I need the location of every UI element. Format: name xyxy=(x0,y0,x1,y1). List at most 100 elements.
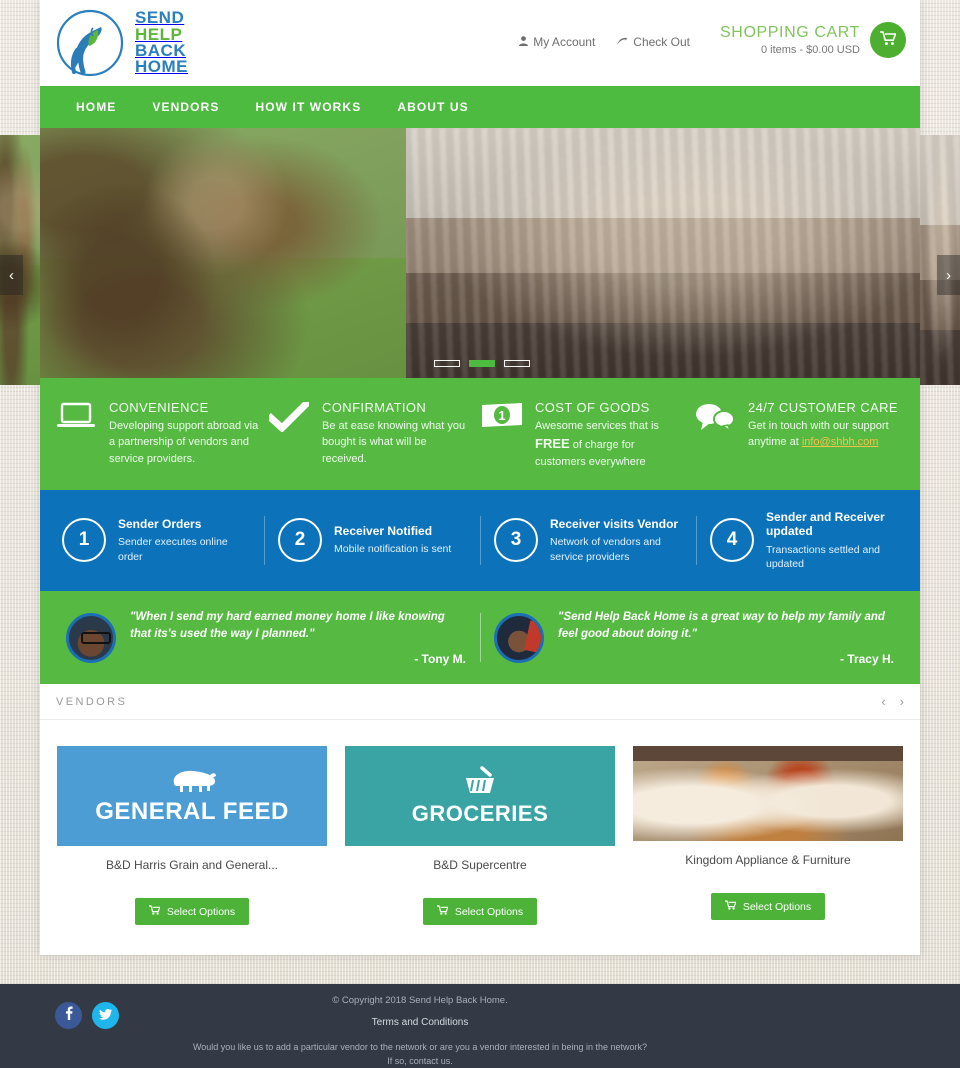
twitter-link[interactable] xyxy=(92,1002,119,1029)
logo-line-4: HOME xyxy=(135,57,188,77)
cart-icon xyxy=(436,905,449,918)
shopping-cart[interactable]: SHOPPING CART 0 items - $0.00 USD xyxy=(720,22,906,58)
hero-prev-button[interactable]: ‹ xyxy=(0,255,23,295)
cart-button[interactable] xyxy=(870,22,906,58)
testimonial-2: "Send Help Back Home is a great way to h… xyxy=(480,609,908,666)
footer-center: © Copyright 2018 Send Help Back Home. Te… xyxy=(190,995,650,1068)
hero-slider-dots xyxy=(434,360,530,367)
speech-bubbles-icon xyxy=(693,400,737,470)
cart-summary: 0 items - $0.00 USD xyxy=(760,44,860,56)
cart-icon xyxy=(148,905,161,918)
step-heading: Receiver Notified xyxy=(334,524,433,539)
feature-body: Developing support abroad via a partners… xyxy=(109,420,259,465)
cart-icon xyxy=(880,31,897,49)
my-account-link[interactable]: My Account xyxy=(519,35,595,49)
product-image-label: GROCERIES xyxy=(411,800,549,826)
step-heading: Receiver visits Vendor xyxy=(550,516,679,531)
feature-body: Be at ease knowing what you bought is wh… xyxy=(322,420,466,465)
vendors-section-header: VENDORS ‹ › xyxy=(40,684,920,721)
feature-convenience: CONVENIENCE Developing support abroad vi… xyxy=(54,400,267,470)
step-number: 3 xyxy=(494,518,538,563)
step-3: 3 Receiver visits Vendor Network of vend… xyxy=(480,510,696,571)
chevron-left-icon: ‹ xyxy=(9,266,14,284)
vendors-next-icon[interactable]: › xyxy=(900,694,904,709)
terms-and-conditions-link[interactable]: Terms and Conditions xyxy=(372,1017,469,1028)
step-subtext: Sender executes online order xyxy=(118,536,228,563)
my-account-label: My Account xyxy=(533,35,596,49)
product-name: B&D Harris Grain and General... xyxy=(105,858,279,873)
select-options-label: Select Options xyxy=(166,905,236,918)
step-number: 1 xyxy=(62,518,106,563)
testimonial-author: - Tony M. xyxy=(414,652,466,667)
vendors-prev-icon[interactable]: ‹ xyxy=(881,694,885,709)
checkout-label: Check Out xyxy=(633,35,690,49)
avatar xyxy=(66,612,116,663)
select-options-button[interactable]: Select Options xyxy=(134,898,250,926)
step-heading: Sender Orders xyxy=(118,516,202,531)
feature-title: CONVENIENCE xyxy=(109,400,209,415)
cart-text: SHOPPING CART 0 items - $0.00 USD xyxy=(720,24,860,56)
checkmark-icon xyxy=(267,400,311,470)
vendors-carousel-controls: ‹ › xyxy=(881,694,904,709)
hero-slide-warehouse-photo xyxy=(406,128,920,378)
nav-item-about-us[interactable]: ABOUT US xyxy=(379,86,486,128)
cart-title: SHOPPING CART xyxy=(720,24,860,41)
vendor-products-list: GENERAL FEED B&D Harris Grain and Genera… xyxy=(40,720,920,955)
nav-item-home[interactable]: HOME xyxy=(58,86,134,128)
hero-dot-2[interactable] xyxy=(469,360,495,367)
select-options-label: Select Options xyxy=(454,905,524,918)
product-image-general-feed[interactable]: GENERAL FEED xyxy=(57,746,327,847)
twitter-icon xyxy=(99,1007,112,1025)
feature-confirmation: CONFIRMATION Be at ease knowing what you… xyxy=(267,400,480,470)
feature-title: CONFIRMATION xyxy=(322,400,427,415)
vendors-section-title: VENDORS xyxy=(56,695,128,708)
nav-item-vendors[interactable]: VENDORS xyxy=(134,86,237,128)
step-4: 4 Sender and Receiver updated Transactio… xyxy=(696,510,912,571)
avatar xyxy=(494,612,544,663)
social-links xyxy=(55,1002,119,1029)
product-card[interactable]: Kingdom Appliance & Furniture Select Opt… xyxy=(624,746,912,925)
site-footer: © Copyright 2018 Send Help Back Home. Te… xyxy=(0,984,960,1068)
product-card[interactable]: GROCERIES B&D Supercentre Select Options xyxy=(336,746,624,926)
testimonials-band: "When I send my hard earned money home I… xyxy=(40,590,920,685)
hero-dot-1[interactable] xyxy=(434,360,460,367)
step-number: 4 xyxy=(710,518,754,563)
testimonial-1: "When I send my hard earned money home I… xyxy=(52,609,480,666)
product-image-groceries[interactable]: GROCERIES xyxy=(345,746,615,847)
header-utility-links: My Account Check Out xyxy=(519,35,690,49)
site-logo[interactable]: SEND HELP BACK HOME xyxy=(53,6,188,80)
testimonial-quote: "When I send my hard earned money home I… xyxy=(130,610,445,640)
facebook-link[interactable] xyxy=(55,1002,82,1029)
feature-body: Awesome services that is FREE of charge … xyxy=(535,418,687,470)
checkout-link[interactable]: Check Out xyxy=(617,35,690,49)
step-subtext: Transactions settled and updated xyxy=(766,543,881,570)
step-subtext: Mobile notification is sent xyxy=(334,543,452,556)
feature-customer-care: 24/7 CUSTOMER CARE Get in touch with our… xyxy=(693,400,906,470)
hero-next-button[interactable]: › xyxy=(937,255,960,295)
site-wrapper: SEND HELP BACK HOME My Account Check Out… xyxy=(40,0,920,956)
select-options-button[interactable]: Select Options xyxy=(422,898,538,926)
primary-navigation: HOME VENDORS HOW IT WORKS ABOUT US xyxy=(40,86,920,128)
step-heading: Sender and Receiver updated xyxy=(766,509,885,539)
svg-text:1: 1 xyxy=(498,408,505,423)
feature-cost-of-goods: 1 COST OF GOODS Awesome services that is… xyxy=(480,400,693,470)
product-image-furniture[interactable] xyxy=(633,746,903,842)
step-2: 2 Receiver Notified Mobile notification … xyxy=(264,510,480,571)
select-options-button[interactable]: Select Options xyxy=(710,893,826,921)
hero-slide-family-photo xyxy=(40,128,406,378)
step-1: 1 Sender Orders Sender executes online o… xyxy=(48,510,264,571)
product-card[interactable]: GENERAL FEED B&D Harris Grain and Genera… xyxy=(48,746,336,926)
hero-dot-3[interactable] xyxy=(504,360,530,367)
nav-item-how-it-works[interactable]: HOW IT WORKS xyxy=(237,86,379,128)
support-email-link[interactable]: info@shbh.com xyxy=(802,436,879,448)
step-number: 2 xyxy=(278,518,322,563)
site-header: SEND HELP BACK HOME My Account Check Out… xyxy=(40,0,920,86)
product-name: Kingdom Appliance & Furniture xyxy=(685,853,851,868)
footer-copyright: © Copyright 2018 Send Help Back Home. xyxy=(332,995,508,1006)
testimonial-author: - Tracy H. xyxy=(839,652,894,667)
arrow-right-icon xyxy=(617,35,628,49)
facebook-icon xyxy=(65,1006,73,1025)
feature-body-pre: Awesome services that is xyxy=(535,420,659,432)
cart-icon xyxy=(724,900,737,913)
banknote-icon: 1 xyxy=(480,400,524,470)
